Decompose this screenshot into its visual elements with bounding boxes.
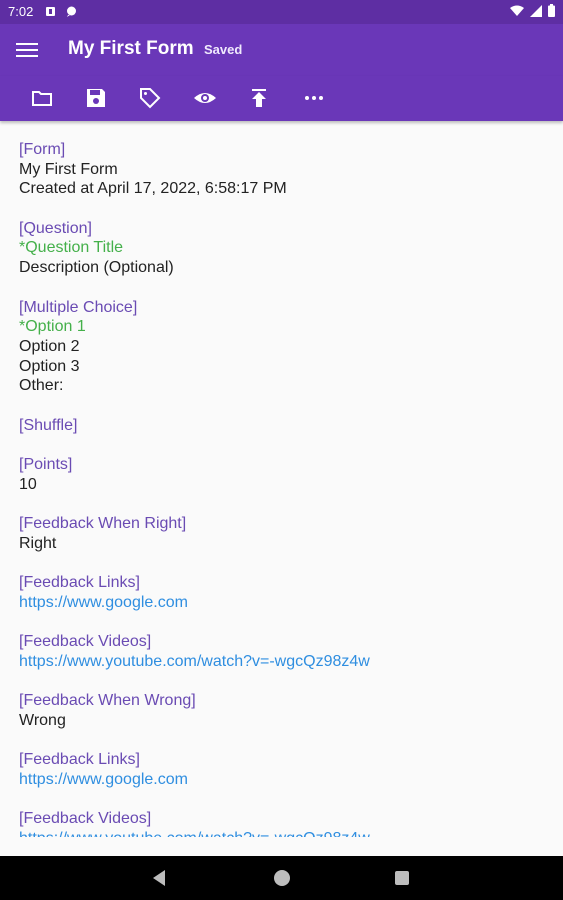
app-bar: My First Form Saved bbox=[0, 24, 563, 76]
recents-icon[interactable] bbox=[395, 871, 409, 885]
text-line: My First Form bbox=[19, 160, 118, 178]
message-icon bbox=[67, 6, 76, 17]
text-line: Created at April 17, 2022, 6:58:17 PM bbox=[19, 180, 287, 198]
status-time: 7:02 bbox=[8, 4, 34, 19]
text-line: Option 2 bbox=[19, 337, 80, 355]
status-bar: 7:02 bbox=[0, 0, 563, 24]
section-tag: [Shuffle] bbox=[19, 416, 78, 434]
notification-icon bbox=[46, 7, 55, 16]
link-line[interactable]: https://www.google.com bbox=[19, 770, 563, 790]
eye-icon[interactable] bbox=[193, 86, 217, 110]
save-icon[interactable] bbox=[84, 86, 108, 110]
home-icon[interactable] bbox=[274, 870, 290, 886]
more-icon[interactable] bbox=[302, 86, 326, 110]
battery-icon bbox=[548, 4, 555, 17]
required-item: *Question Title bbox=[19, 239, 124, 257]
section-tag: [Feedback Links] bbox=[19, 574, 140, 592]
system-nav-bar bbox=[0, 856, 563, 900]
folder-icon[interactable] bbox=[30, 86, 54, 110]
hamburger-menu-icon[interactable] bbox=[16, 40, 38, 60]
section-tag: [Multiple Choice] bbox=[19, 298, 138, 316]
text-line: Option 3 bbox=[19, 357, 80, 375]
text-line: Right bbox=[19, 534, 57, 552]
link-line[interactable]: https://www.youtube.com/watch?v=-wgcQz98… bbox=[19, 652, 563, 672]
section-tag: [Feedback When Wrong] bbox=[19, 692, 196, 710]
text-line: 10 bbox=[19, 475, 37, 493]
page-title: My First Form bbox=[68, 38, 194, 59]
section-tag: [Feedback Links] bbox=[19, 751, 140, 769]
back-icon[interactable] bbox=[153, 870, 165, 886]
section-tag: [Feedback Videos] bbox=[19, 633, 152, 651]
text-line: Wrong bbox=[19, 711, 66, 729]
text-line: Description (Optional) bbox=[19, 259, 174, 277]
link-line[interactable]: https://www.youtube.com/watch?v=-wgcQz98… bbox=[19, 829, 563, 837]
section-tag: [Feedback When Right] bbox=[19, 515, 187, 533]
section-tag: [Form] bbox=[19, 141, 66, 158]
section-tag: [Points] bbox=[19, 456, 73, 473]
status-icons bbox=[510, 4, 555, 17]
link-line[interactable]: https://www.google.com bbox=[19, 593, 563, 613]
text-line: Other: bbox=[19, 377, 64, 395]
tag-icon[interactable] bbox=[138, 86, 162, 110]
required-item: *Option 1 bbox=[19, 318, 86, 336]
section-tag: [Question] bbox=[19, 219, 92, 237]
upload-icon[interactable] bbox=[247, 86, 271, 110]
section-tag: [Feedback Videos] bbox=[19, 810, 152, 828]
action-toolbar bbox=[0, 76, 563, 121]
wifi-icon bbox=[510, 5, 524, 16]
form-document-text[interactable]: [Form] My First Form Created at April 17, … bbox=[0, 121, 563, 837]
signal-icon bbox=[530, 4, 542, 17]
saved-status-label: Saved bbox=[204, 42, 243, 57]
